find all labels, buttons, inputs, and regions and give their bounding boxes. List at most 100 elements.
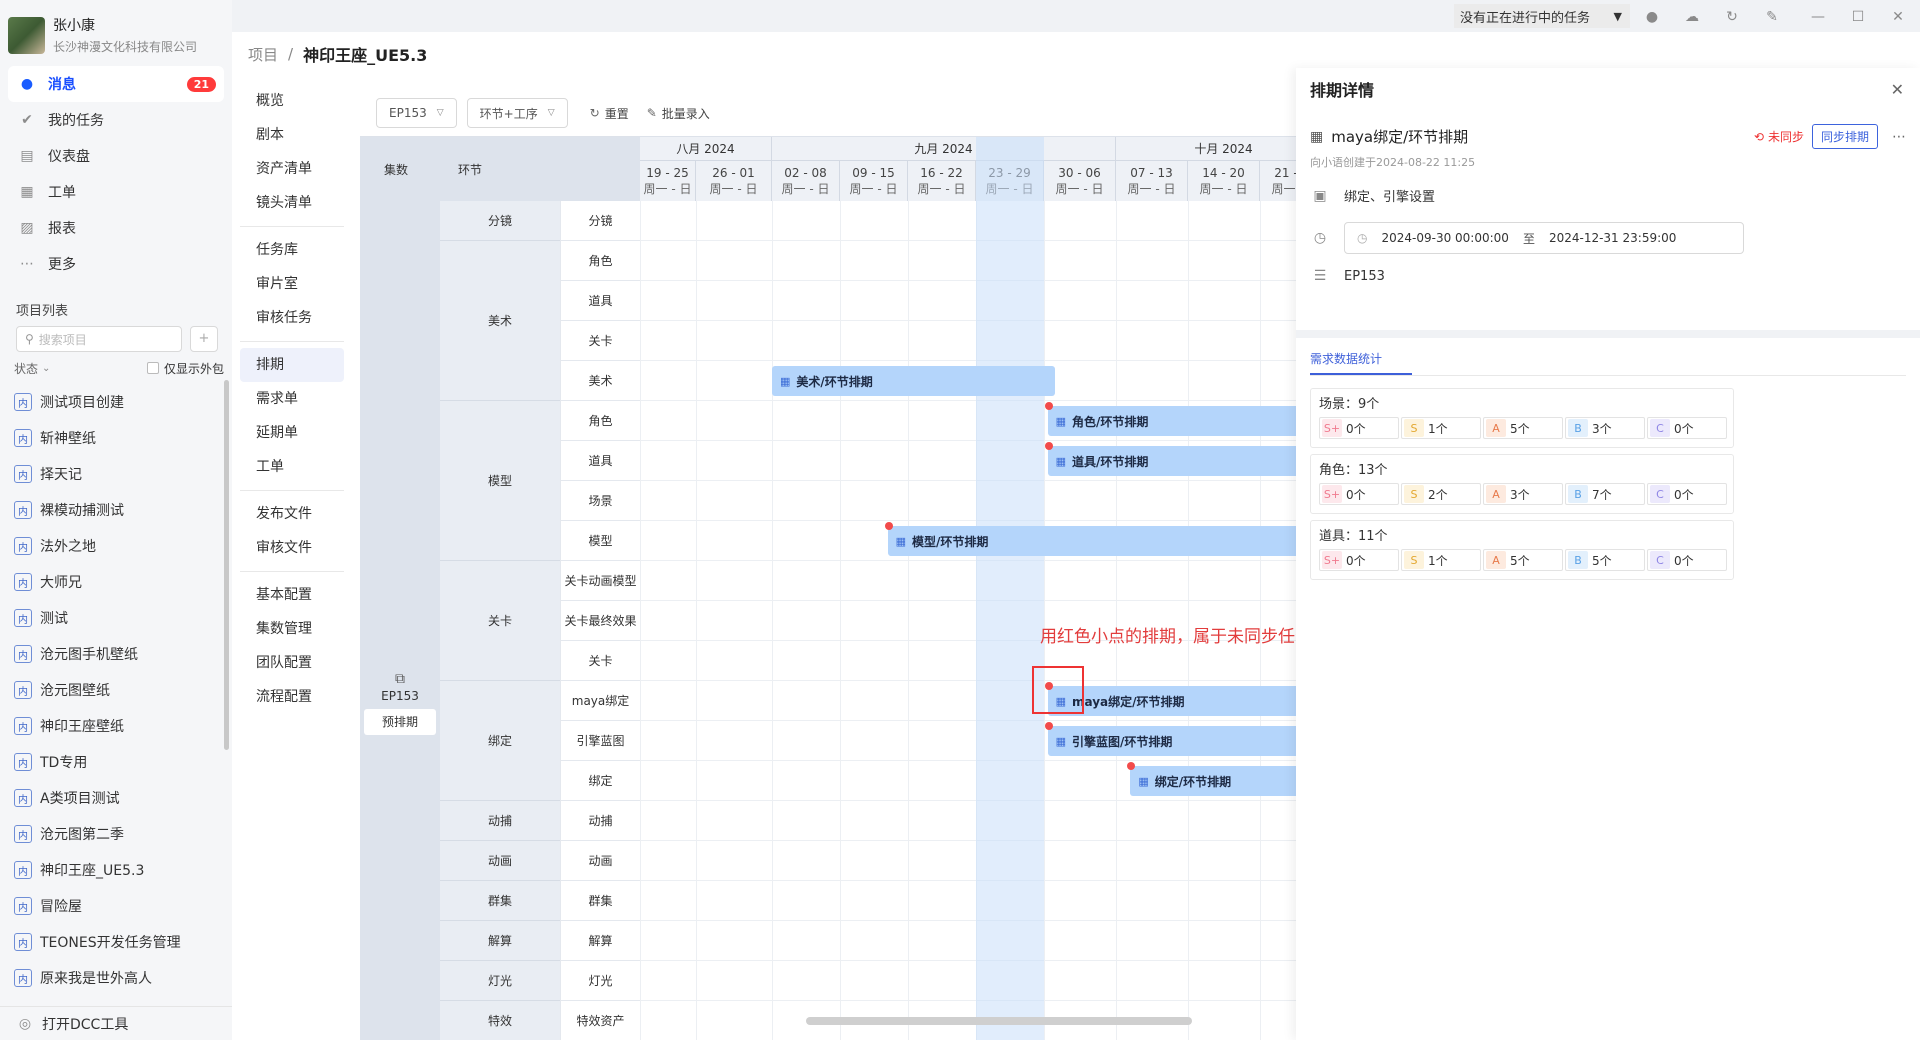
- cloud-icon[interactable]: ☁: [1680, 6, 1704, 28]
- start-time[interactable]: 2024-09-30 00:00:00: [1381, 231, 1508, 245]
- close-icon[interactable]: ✕: [1891, 80, 1904, 99]
- nav-item-4[interactable]: ▨ 报表: [8, 210, 224, 246]
- schedule-bar[interactable]: ▦ 美术/环节排期: [772, 366, 1055, 396]
- menu-item-0-3[interactable]: 镜头清单: [240, 186, 344, 220]
- project-item[interactable]: 内原来我是世外高人: [14, 960, 218, 994]
- open-dcc-tool-button[interactable]: ◎ 打开DCC工具: [0, 1006, 232, 1040]
- schedule-bar[interactable]: ▦ 引擎蓝图/环节排期: [1047, 726, 1300, 756]
- tab-demand-stats[interactable]: 需求数据统计: [1310, 350, 1412, 375]
- week-header: 09 - 15 周一 - 日: [840, 161, 908, 201]
- chevron-down-icon[interactable]: ⌄: [42, 363, 50, 374]
- project-item[interactable]: 内测试项目创建: [14, 384, 218, 420]
- project-item[interactable]: 内沧元图手机壁纸: [14, 636, 218, 672]
- menu-item-3-1[interactable]: 审核文件: [240, 531, 344, 565]
- project-item[interactable]: 内法外之地: [14, 528, 218, 564]
- gantt-row[interactable]: [640, 961, 1300, 1001]
- only-outsource-checkbox[interactable]: 仅显示外包: [146, 360, 224, 377]
- info-icon[interactable]: ●: [1640, 6, 1664, 28]
- gantt-row[interactable]: [640, 881, 1300, 921]
- status-filter[interactable]: 状态: [14, 360, 38, 377]
- add-project-button[interactable]: +: [190, 326, 218, 352]
- menu-item-0-2[interactable]: 资产清单: [240, 152, 344, 186]
- schedule-bar[interactable]: ▦ 模型/环节排期: [887, 526, 1300, 556]
- project-item[interactable]: 内测试: [14, 600, 218, 636]
- project-item[interactable]: 内裸模动捕测试: [14, 492, 218, 528]
- menu-item-3-0[interactable]: 发布文件: [240, 497, 344, 531]
- gantt-row[interactable]: [640, 201, 1300, 241]
- menu-item-2-2[interactable]: 延期单: [240, 416, 344, 450]
- project-item[interactable]: 内神印王座_UE5.3: [14, 852, 218, 888]
- schedule-bar[interactable]: ▦ maya绑定/环节排期: [1047, 686, 1300, 716]
- menu-item-2-0[interactable]: 排期: [240, 348, 344, 382]
- project-search-input[interactable]: ⚲ 搜索项目: [16, 326, 182, 352]
- running-task-select[interactable]: 没有正在进行中的任务 ▼: [1454, 4, 1630, 28]
- schedule-bar[interactable]: ▦ 角色/环节排期: [1047, 406, 1300, 436]
- project-item[interactable]: 内神印王座壁纸: [14, 708, 218, 744]
- project-item[interactable]: 内 TD专用: [14, 744, 218, 780]
- menu-item-0-0[interactable]: 概览: [240, 84, 344, 118]
- check-icon: ✔: [21, 112, 33, 128]
- level-count: S 1个: [1401, 549, 1481, 571]
- gantt-horizontal-scrollbar[interactable]: [806, 1017, 1192, 1025]
- stat-title: 道具：11个: [1319, 529, 1388, 544]
- reset-button[interactable]: ↻ 重置: [590, 105, 629, 122]
- avatar[interactable]: [8, 16, 45, 54]
- menu-item-2-1[interactable]: 需求单: [240, 382, 344, 416]
- nav-item-1[interactable]: ✔ 我的任务: [8, 102, 224, 138]
- project-item[interactable]: 内斩神壁纸: [14, 420, 218, 456]
- project-item[interactable]: 内沧元图第二季: [14, 816, 218, 852]
- gantt-row[interactable]: [640, 481, 1300, 521]
- nav-item-3[interactable]: ▦ 工单: [8, 174, 224, 210]
- user-info[interactable]: 张小康 长沙神漫文化科技有限公司: [8, 14, 197, 56]
- menu-item-4-1[interactable]: 集数管理: [240, 612, 344, 646]
- menu-item-1-0[interactable]: 任务库: [240, 233, 344, 267]
- menu-item-2-3[interactable]: 工单: [240, 450, 344, 484]
- menu-item-0-1[interactable]: 剧本: [240, 118, 344, 152]
- gantt-row[interactable]: [640, 321, 1300, 361]
- project-item[interactable]: 内大师兄: [14, 564, 218, 600]
- maximize-icon[interactable]: ☐: [1846, 6, 1870, 28]
- episode-select[interactable]: EP153 ▽: [376, 98, 457, 128]
- minimize-icon[interactable]: —: [1806, 6, 1830, 28]
- breadcrumb-root[interactable]: 项目: [248, 44, 278, 65]
- menu-item-1-1[interactable]: 审片室: [240, 267, 344, 301]
- nav-item-5[interactable]: ⋯ 更多: [8, 246, 224, 282]
- gantt-row[interactable]: [640, 641, 1300, 681]
- gantt-row[interactable]: [640, 841, 1300, 881]
- batch-input-button[interactable]: ✎ 批量录入: [647, 105, 710, 122]
- week-header: 21 - 27周一 - 日: [1260, 161, 1300, 201]
- schedule-bar[interactable]: ▦ 道具/环节排期: [1047, 446, 1300, 476]
- menu-item-4-3[interactable]: 流程配置: [240, 680, 344, 714]
- nav-item-0[interactable]: ● 消息 21: [8, 66, 224, 102]
- reset-icon: ↻: [589, 106, 600, 120]
- gantt-row[interactable]: [640, 921, 1300, 961]
- project-item[interactable]: 内 A类项目测试: [14, 780, 218, 816]
- end-time[interactable]: 2024-12-31 23:59:00: [1549, 231, 1676, 245]
- project-item[interactable]: 内沧元图壁纸: [14, 672, 218, 708]
- project-item[interactable]: 内冒险屋: [14, 888, 218, 924]
- gantt-row[interactable]: [640, 281, 1300, 321]
- level-count: A 3个: [1483, 483, 1563, 505]
- schedule-bar[interactable]: ▦ 绑定/环节排期: [1130, 766, 1300, 796]
- pre-schedule-button[interactable]: 预排期: [364, 709, 436, 735]
- menu-item-4-0[interactable]: 基本配置: [240, 578, 344, 612]
- stage-cell: 绑定: [440, 681, 560, 801]
- project-item[interactable]: 内 TEONES开发任务管理: [14, 924, 218, 960]
- gantt-column-line: [1188, 201, 1189, 1040]
- menu-item-1-2[interactable]: 审核任务: [240, 301, 344, 335]
- menu-item-4-2[interactable]: 团队配置: [240, 646, 344, 680]
- mode-select[interactable]: 环节+工序 ▽: [466, 98, 568, 128]
- gantt-row[interactable]: [640, 801, 1300, 841]
- project-item[interactable]: 内择天记: [14, 456, 218, 492]
- window-close-icon[interactable]: ✕: [1886, 6, 1910, 28]
- more-icon[interactable]: ⋯: [1892, 129, 1906, 145]
- gantt-row[interactable]: [640, 561, 1300, 601]
- nav-item-2[interactable]: ▤ 仪表盘: [8, 138, 224, 174]
- sync-schedule-button[interactable]: 同步排期: [1811, 124, 1878, 149]
- sidebar-scrollbar[interactable]: [224, 380, 229, 750]
- pin-icon[interactable]: ✎: [1760, 6, 1784, 28]
- time-range-input[interactable]: ◷ 2024-09-30 00:00:00 至 2024-12-31 23:59…: [1344, 222, 1744, 254]
- gantt-row[interactable]: [640, 241, 1300, 281]
- external-link-icon[interactable]: ⧉: [360, 671, 440, 687]
- refresh-icon[interactable]: ↻: [1720, 6, 1744, 28]
